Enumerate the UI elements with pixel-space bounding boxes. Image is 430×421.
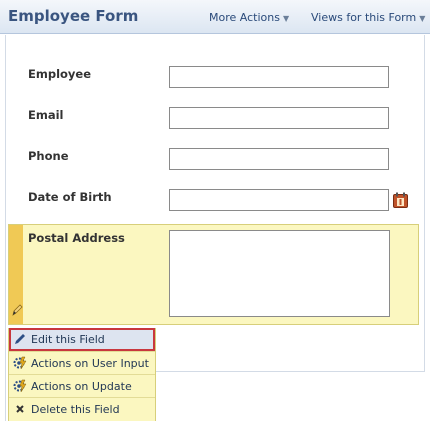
- gear-flash-icon: [13, 356, 27, 370]
- gear-flash-icon: [13, 379, 27, 393]
- form-border-right: [424, 35, 425, 372]
- postal-address-row: Postal Address: [8, 224, 419, 325]
- menu-item-label: Actions on User Input: [31, 357, 149, 370]
- menu-item-label: Edit this Field: [31, 333, 105, 346]
- actions-on-update-menu-item[interactable]: Actions on Update: [9, 374, 155, 397]
- phone-field[interactable]: [169, 148, 389, 170]
- form-title: Employee Form: [8, 7, 139, 25]
- delete-x-icon: [16, 405, 24, 413]
- pencil-icon[interactable]: [11, 303, 23, 317]
- more-actions-menu[interactable]: More Actions ▼: [209, 11, 289, 24]
- views-label: Views for this Form: [311, 11, 417, 24]
- calendar-icon[interactable]: [393, 192, 408, 208]
- date-of-birth-field[interactable]: [169, 189, 389, 211]
- employee-field[interactable]: [169, 66, 389, 88]
- field-context-menu: Edit this Field Actions on User Input Ac…: [8, 328, 156, 421]
- edit-field-menu-item[interactable]: Edit this Field: [9, 328, 155, 351]
- form-border-bottom: [155, 371, 425, 372]
- views-menu[interactable]: Views for this Form ▼: [311, 11, 425, 24]
- date-of-birth-label: Date of Birth: [28, 190, 112, 204]
- phone-label: Phone: [28, 149, 69, 163]
- email-field[interactable]: [169, 107, 389, 129]
- chevron-down-icon: ▼: [282, 14, 290, 23]
- employee-label: Employee: [28, 67, 92, 81]
- postal-address-label: Postal Address: [28, 231, 125, 245]
- menu-item-label: Actions on Update: [31, 380, 132, 393]
- form-header: Employee Form More Actions ▼ Views for th…: [0, 0, 430, 34]
- menu-item-label: Delete this Field: [31, 403, 120, 416]
- actions-on-user-input-menu-item[interactable]: Actions on User Input: [9, 351, 155, 374]
- pencil-icon: [15, 334, 25, 344]
- chevron-down-icon: ▼: [419, 14, 426, 23]
- delete-field-menu-item[interactable]: Delete this Field: [9, 397, 155, 420]
- form-border-left: [5, 35, 6, 421]
- email-label: Email: [28, 108, 64, 122]
- more-actions-label: More Actions: [209, 11, 280, 24]
- postal-address-field[interactable]: [169, 230, 390, 317]
